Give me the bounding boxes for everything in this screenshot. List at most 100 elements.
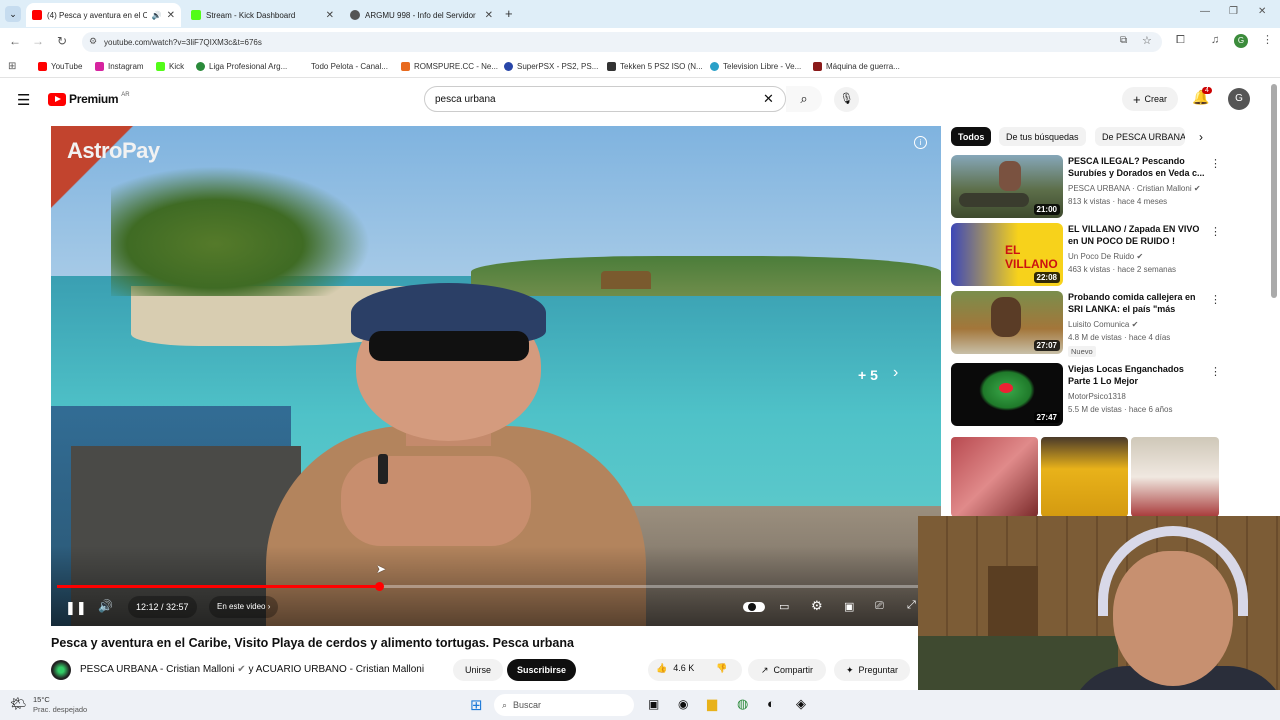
media-control-icon[interactable]: ♫	[1211, 34, 1219, 46]
task-view-icon[interactable]: ▣	[648, 697, 659, 711]
more-options-icon[interactable]: ⋮	[1210, 157, 1221, 170]
more-videos-count[interactable]: + 5	[858, 367, 878, 383]
site-info-icon[interactable]: ⚙	[89, 36, 97, 47]
hamburger-menu-icon[interactable]: ☰	[17, 91, 30, 109]
maximize-icon[interactable]: ❐	[1229, 6, 1238, 17]
clear-search-icon[interactable]: ✕	[763, 91, 774, 107]
rec-channel[interactable]: MotorPsico1318	[1068, 392, 1126, 401]
video-player[interactable]: AstroPay i + 5 › ❚❚ 🔊 12:12 / 32:57 En e…	[51, 126, 941, 626]
shorts-thumbnail[interactable]	[951, 437, 1038, 517]
recommendation-item[interactable]: 27:47 Viejas Locas Enganchados Parte 1 L…	[951, 363, 1221, 427]
channel-name[interactable]: PESCA URBANA - Cristian Malloni	[80, 664, 235, 675]
file-explorer-icon[interactable]: ▆	[707, 696, 717, 712]
apps-grid-icon[interactable]: ⊞	[8, 61, 16, 72]
bookmark-superpsx[interactable]: SuperPSX - PS2, PS...	[504, 62, 598, 71]
bookmark-maquina[interactable]: Máquina de guerra...	[813, 62, 900, 71]
recommendation-item[interactable]: 21:00 PESCA ILEGAL? Pescando Surubíes y …	[951, 155, 1221, 219]
tab-close-icon[interactable]: ✕	[326, 10, 334, 21]
progress-scrubber[interactable]	[374, 582, 384, 591]
autoplay-toggle[interactable]	[743, 602, 765, 612]
progress-track[interactable]	[57, 582, 927, 591]
bookmark-romspure[interactable]: ROMSPURE.CC - Ne...	[401, 62, 498, 71]
close-window-icon[interactable]: ✕	[1258, 6, 1266, 17]
tab-close-icon[interactable]: ✕	[485, 10, 493, 21]
video-thumbnail[interactable]: EL VILLANO 22:08	[951, 223, 1063, 286]
thumbs-down-icon[interactable]: 👎	[716, 663, 727, 674]
like-button[interactable]: 👍 4.6 K	[656, 663, 694, 674]
youtube-logo[interactable]: Premium AR	[48, 92, 130, 106]
subscribe-button[interactable]: Suscribirse	[507, 659, 576, 681]
rec-title[interactable]: EL VILLANO / Zapada EN VIVO en UN POCO D…	[1068, 223, 1206, 247]
bookmark-liga[interactable]: Liga Profesional Arg...	[196, 62, 287, 71]
share-button[interactable]: ↗ Compartir	[748, 659, 826, 681]
voice-search-button[interactable]: 🎙	[834, 87, 859, 112]
chevron-right-icon[interactable]: ›	[893, 364, 898, 382]
new-tab-icon[interactable]: +	[505, 6, 513, 21]
create-button[interactable]: + Crear	[1122, 87, 1178, 111]
chapter-button[interactable]: En este video ›	[209, 596, 279, 618]
channel-names[interactable]: PESCA URBANA - Cristian Malloni ✔ y ACUA…	[80, 664, 424, 675]
bookmark-star-icon[interactable]: ☆	[1142, 34, 1152, 47]
more-options-icon[interactable]: ⋮	[1210, 225, 1221, 238]
account-avatar[interactable]: G	[1228, 88, 1250, 110]
forward-icon[interactable]: →	[30, 34, 46, 48]
chrome-icon[interactable]: ◍	[737, 696, 748, 712]
tab-close-icon[interactable]: ✕	[167, 10, 175, 21]
channel-name-2[interactable]: ACUARIO URBANO - Cristian Malloni	[256, 664, 424, 675]
extensions-icon[interactable]: ⧠	[1176, 34, 1185, 47]
settings-gear-icon[interactable]: ⚙	[811, 598, 823, 614]
profile-avatar[interactable]: G	[1234, 34, 1248, 48]
minimize-icon[interactable]: —	[1200, 6, 1210, 17]
chip-todos[interactable]: Todos	[951, 127, 992, 146]
bookmark-tekken[interactable]: Tekken 5 PS2 ISO (N...	[607, 62, 703, 71]
notifications-button[interactable]: 🔔 4	[1192, 87, 1212, 106]
bookmark-kick[interactable]: Kick	[156, 62, 184, 71]
rec-title[interactable]: Viejas Locas Enganchados Parte 1 Lo Mejo…	[1068, 363, 1206, 387]
steam-icon[interactable]: ◉	[678, 697, 688, 711]
tab-search-button[interactable]: ⌄	[5, 6, 21, 22]
address-bar[interactable]: ⚙ youtube.com/watch?v=3liF7QIXM3c&t=676s…	[82, 32, 1162, 52]
rec-channel[interactable]: Luisito Comunica ✔	[1068, 320, 1138, 329]
subtitles-icon[interactable]: ▭	[779, 600, 789, 613]
back-icon[interactable]: ←	[7, 34, 23, 48]
tab-youtube[interactable]: (4) Pesca y aventura en el C 🔊 ✕	[26, 3, 181, 27]
rec-title[interactable]: Probando comida callejera en SRI LANKA: …	[1068, 291, 1206, 316]
more-options-icon[interactable]: ⋮	[1210, 293, 1221, 306]
bookmark-youtube[interactable]: YouTube	[38, 62, 82, 71]
volume-icon[interactable]: 🔊	[98, 599, 113, 613]
video-thumbnail[interactable]: 27:47	[951, 363, 1063, 426]
bookmark-instagram[interactable]: Instagram	[95, 62, 144, 71]
shorts-thumbnail[interactable]	[1041, 437, 1128, 517]
video-thumbnail[interactable]: 21:00	[951, 155, 1063, 218]
bookmark-television[interactable]: Television Libre - Ve...	[710, 62, 801, 71]
join-button[interactable]: Unirse	[453, 659, 503, 681]
cast-icon[interactable]: ⎚	[875, 600, 884, 613]
fullscreen-icon[interactable]: ⤢	[907, 599, 916, 612]
page-scrollbar[interactable]	[1271, 84, 1277, 298]
more-options-icon[interactable]: ⋮	[1210, 365, 1221, 378]
chip-de-pesca-urbana[interactable]: De PESCA URBANA	[1095, 127, 1185, 146]
recommendation-item[interactable]: EL VILLANO 22:08 EL VILLANO / Zapada EN …	[951, 223, 1221, 287]
pause-icon[interactable]: ❚❚	[65, 600, 87, 616]
taskbar-search[interactable]: ⌕ Buscar	[494, 694, 634, 716]
chips-next-icon[interactable]: ›	[1199, 130, 1203, 144]
bookmark-todo-pelota[interactable]: Todo Pelota - Canal...	[298, 62, 388, 71]
chip-de-tus-busquedas[interactable]: De tus búsquedas	[999, 127, 1086, 146]
weather-icon[interactable]: 🌤	[10, 696, 27, 712]
install-app-icon[interactable]: ⧉	[1120, 35, 1127, 46]
rec-channel[interactable]: Un Poco De Ruido ✔	[1068, 252, 1143, 261]
windows-start-icon[interactable]: ⊞	[470, 696, 483, 714]
tab-kick[interactable]: Stream - Kick Dashboard ✕	[185, 3, 340, 27]
tab-argmu[interactable]: ARGMU 998 - Info del Servidor ✕	[344, 3, 499, 27]
rec-channel[interactable]: PESCA URBANA · Cristian Malloni ✔	[1068, 184, 1201, 193]
app-icon-2[interactable]: ◈	[796, 696, 806, 712]
ask-button[interactable]: ✦ Preguntar	[834, 659, 910, 681]
reload-icon[interactable]: ↻	[54, 34, 70, 48]
browser-menu-icon[interactable]: ⋮	[1262, 33, 1273, 46]
shorts-thumbnail[interactable]	[1131, 437, 1219, 517]
audio-playing-icon[interactable]: 🔊	[152, 11, 162, 20]
channel-avatar[interactable]	[51, 660, 71, 680]
miniplayer-icon[interactable]: ▣	[844, 600, 854, 613]
rec-title[interactable]: PESCA ILEGAL? Pescando Surubíes y Dorado…	[1068, 155, 1206, 179]
search-input[interactable]: pesca urbana ✕	[424, 86, 786, 112]
